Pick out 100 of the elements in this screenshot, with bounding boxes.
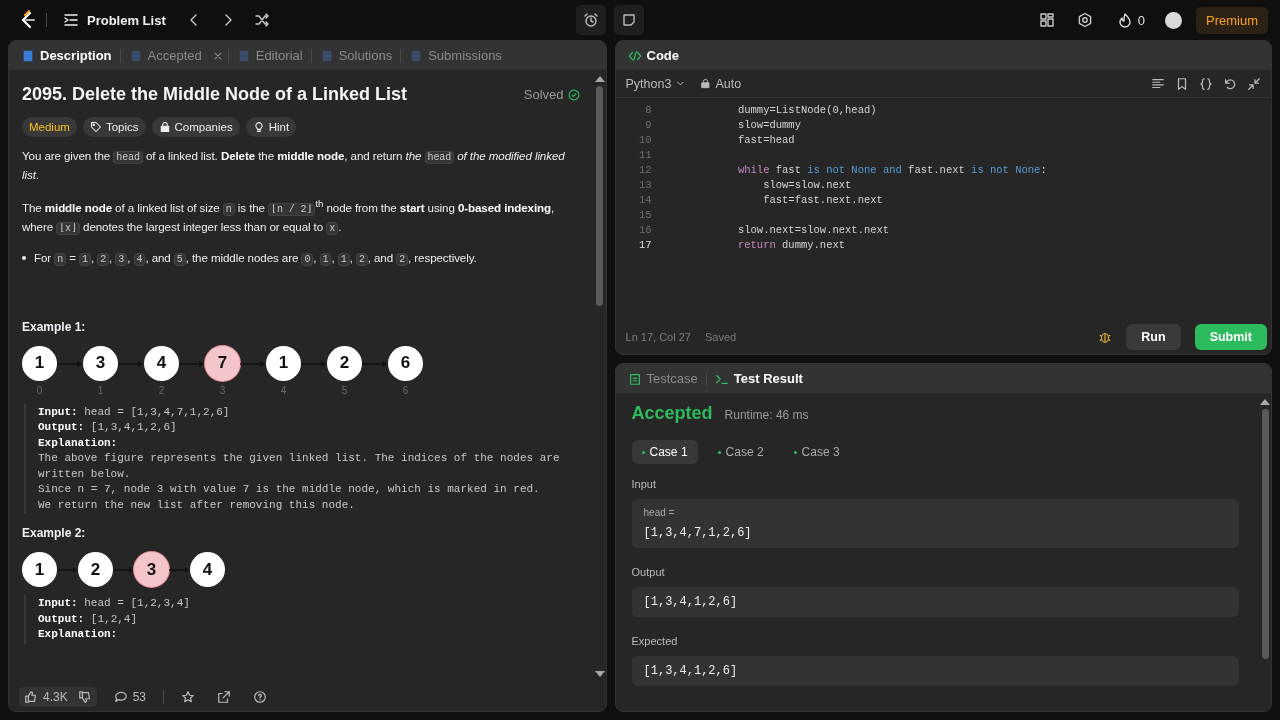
variable-label: head = [643, 507, 676, 518]
line-number: 16 [637, 223, 652, 236]
arrow [57, 359, 83, 368]
line-number: 8 [644, 103, 652, 116]
external-link-icon [217, 690, 232, 704]
problem-list-button[interactable]: Problem List [57, 8, 172, 32]
panel-tab[interactable]: Testcase [621, 367, 704, 390]
code-line: dummy=ListNode(0,head) [736, 103, 877, 116]
collapse-icon [1247, 76, 1261, 91]
comments-button[interactable]: 53 [108, 687, 152, 707]
list-node: 4 [190, 552, 225, 588]
streak-counter[interactable]: 0 [1110, 11, 1151, 29]
comment-icon [113, 690, 128, 704]
panel-tab[interactable]: Code [621, 44, 686, 67]
line-number: 17 [637, 238, 652, 251]
language-dropdown[interactable]: Python3 [625, 76, 687, 91]
arrow [240, 359, 266, 368]
code-line: slow=slow.next [762, 178, 852, 191]
value-text: [1,3,4,7,1,2,6] [643, 526, 753, 540]
flame-icon [1116, 12, 1133, 28]
verdict-label: Accepted [631, 403, 713, 424]
code-line: slow=dummy [736, 118, 801, 131]
line-number: 14 [637, 193, 652, 206]
auto-mode-label: Auto [700, 76, 742, 91]
node-index: 2 [158, 384, 165, 396]
code-icon [627, 48, 642, 63]
example-line: Since n = 7, node 3 with value 7 is the middle node, which is marked in red. [38, 482, 541, 498]
line-number: 11 [637, 148, 652, 161]
solved-label: Solved [523, 87, 564, 102]
panel-tab[interactable]: Editorial [230, 44, 309, 67]
example-line: Explanation: [38, 627, 119, 643]
arrow [118, 359, 144, 368]
example-line: Explanation: [38, 435, 119, 451]
difficulty-tag[interactable]: Medium [22, 117, 77, 137]
field-label: Expected [631, 635, 679, 647]
panel-tab[interactable]: Solutions [313, 44, 399, 67]
cursor-position: Ln 17, Col 27 [625, 331, 691, 343]
topic-chip[interactable]: Topics [82, 117, 146, 137]
code-line: fast=head [736, 133, 795, 146]
field-label: Output [631, 566, 666, 578]
thumbs-up-icon [24, 690, 38, 704]
panel-tab[interactable]: Description [15, 44, 118, 67]
node-index: 0 [36, 384, 43, 396]
star-icon [181, 690, 196, 704]
arrow [57, 566, 78, 575]
alarm-clock-icon [583, 12, 600, 28]
code-line: slow.next=slow.next.next [736, 223, 890, 236]
tag-icon [89, 121, 102, 133]
panel-tab[interactable]: Accepted [122, 44, 208, 67]
example-line: We return the new list after removing this node. [38, 497, 356, 513]
arrow [301, 359, 327, 368]
line-number: 12 [637, 163, 652, 176]
topic-chip[interactable]: Companies [151, 117, 240, 137]
example-line: The above figure represents the given linked list. The indices of the nodes are written below. [38, 451, 561, 482]
example-heading: Example 1: [22, 319, 87, 334]
example-line: Input: head = [1,2,3,4] [38, 596, 191, 612]
list-node: 2 [78, 552, 113, 588]
case-tab[interactable]: Case 1 [631, 440, 698, 464]
avatar[interactable] [1165, 11, 1182, 29]
scrollbar[interactable] [596, 86, 604, 306]
topic-chip[interactable]: Hint [245, 117, 297, 137]
example-line: Output: [1,3,4,1,2,6] [38, 420, 178, 436]
node-index: 1 [97, 384, 104, 396]
node-index: 6 [402, 384, 409, 396]
notes-button[interactable] [614, 5, 645, 35]
example-line: Output: [1,2,4] [38, 611, 139, 627]
example-heading: Example 2: [22, 526, 87, 541]
scrollbar[interactable] [1261, 409, 1269, 659]
problem-title: 2095. Delete the Middle Node of a Linked List [22, 84, 408, 105]
save-status: Saved [704, 331, 737, 343]
list-icon [63, 12, 79, 28]
braces-icon [1199, 76, 1213, 91]
lock-icon [700, 78, 712, 89]
note-icon [621, 12, 638, 28]
bullet-item: For n = 1 , 2 , 3 , 4 , and 5 , the middle nodes are 0 , 1 , 1 , 2 , and 2 , respectively. [34, 249, 477, 268]
list-node: 3 [134, 552, 169, 588]
code-line: fast=fast.next.next [762, 193, 883, 206]
timer-button[interactable] [576, 5, 607, 35]
bug-icon[interactable] [1098, 330, 1113, 344]
output-value: [1,3,4,1,2,6] [631, 587, 1239, 617]
panel-tab[interactable]: Submissions [403, 44, 508, 67]
grid-icon [1038, 12, 1055, 28]
settings-icon [1076, 12, 1093, 28]
line-number: 15 [637, 208, 652, 221]
line-number: 13 [637, 178, 652, 191]
thumbs-down-icon [77, 690, 92, 704]
field-label: Input [631, 478, 657, 490]
arrow [113, 566, 134, 575]
panel-tab[interactable]: Test Result [708, 367, 809, 390]
runtime-label: Runtime: 46 ms [724, 408, 809, 422]
example-line: Input: head = [1,3,4,7,1,2,6] [38, 404, 231, 420]
line-number: 10 [637, 133, 652, 146]
tab-icon [21, 48, 35, 63]
premium-button[interactable]: Premium [1196, 6, 1268, 34]
run-button[interactable]: Run [1126, 324, 1181, 350]
list-node: 1 [22, 345, 57, 381]
bulb-icon [252, 121, 265, 133]
case-tab[interactable]: Case 3 [783, 440, 850, 464]
list-node: 4 [144, 345, 179, 381]
case-tab[interactable]: Case 2 [707, 440, 774, 464]
